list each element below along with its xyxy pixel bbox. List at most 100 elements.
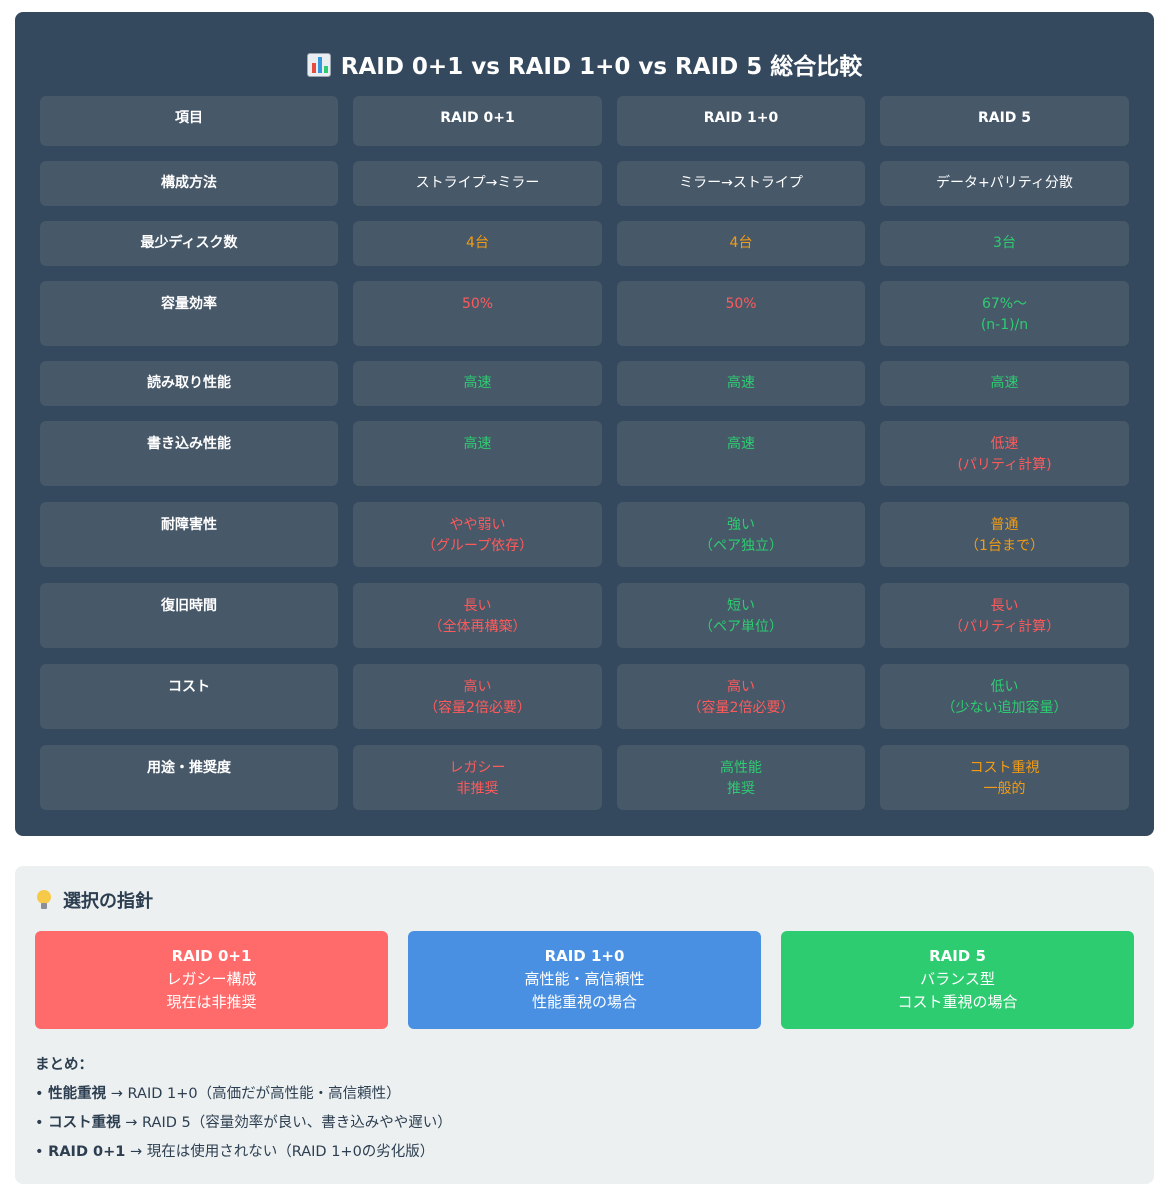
table-cell: 高い （容量2倍必要） <box>617 664 865 729</box>
table-cell: 低速 (パリティ計算) <box>880 421 1129 486</box>
cell-text: 67%～ <box>981 296 1028 312</box>
cell-text: 50% <box>725 296 757 312</box>
cell-text: 強い <box>727 517 755 533</box>
table-cell: レガシー 非推奨 <box>353 745 602 810</box>
card-title: RAID 1+0 <box>544 947 625 965</box>
summary-key: コスト重視 <box>48 1115 121 1131</box>
card-line: コスト重視の場合 <box>897 993 1018 1011</box>
table-cell: 50% <box>353 281 602 346</box>
table-cell: 50% <box>617 281 865 346</box>
table-cell: 強い （ペア独立） <box>617 502 865 567</box>
cell-text: コスト重視 <box>969 760 1040 776</box>
cell-text: 高い <box>463 679 492 695</box>
cell-text: 一般的 <box>983 781 1026 797</box>
row-label: 読み取り性能 <box>40 361 338 406</box>
row-label: 最少ディスク数 <box>40 221 338 266</box>
header-cell-raid-3: RAID 5 <box>880 96 1129 146</box>
cell-text: データ+パリティ分散 <box>936 175 1073 191</box>
row-label: 復旧時間 <box>40 583 338 648</box>
summary-heading: まとめ： <box>35 1057 93 1073</box>
table-cell: 高速 <box>617 421 865 486</box>
cell-text: 50% <box>461 296 494 312</box>
summary-arrow: → <box>110 1086 123 1102</box>
cell-text: ミラー→ストライプ <box>679 175 803 191</box>
cell-text: （グループ依存） <box>421 538 534 554</box>
row-label: 容量効率 <box>40 281 338 346</box>
cell-text: 高速 <box>727 375 755 391</box>
cell-text: 4台 <box>729 235 753 251</box>
summary-item: • 性能重視 → RAID 1+0（高価だが高性能・高信頼性） <box>35 1080 452 1109</box>
cell-text: （ペア独立） <box>699 538 783 554</box>
table-cell: データ+パリティ分散 <box>880 161 1129 206</box>
summary-bullet: • <box>35 1115 44 1131</box>
cell-text: 高速 <box>727 436 755 452</box>
table-cell: 4台 <box>617 221 865 266</box>
bar-chart-icon <box>306 53 331 77</box>
table-cell: 67%～ (n-1)/n <box>880 281 1129 346</box>
panel-title: RAID 0+1 vs RAID 1+0 vs RAID 5 総合比較 <box>15 52 1154 82</box>
cell-text: （容量2倍必要） <box>424 700 531 716</box>
light-bulb-icon <box>37 890 51 910</box>
table-cell: 3台 <box>880 221 1129 266</box>
table-cell: 高速 <box>880 361 1129 406</box>
summary-bullet: • <box>35 1086 44 1102</box>
cell-text: 長い <box>463 598 492 614</box>
table-cell: 長い （全体再構築） <box>353 583 602 648</box>
cell-text: 高性能 <box>720 760 762 776</box>
summary-arrow: → <box>125 1115 138 1131</box>
cell-text: （容量2倍必要） <box>687 700 795 716</box>
raid10-card: RAID 1+0 高性能・高信頼性 性能重視の場合 <box>408 931 761 1029</box>
summary-text: RAID 5（容量効率が良い、書き込みやや遅い） <box>142 1115 452 1131</box>
raid01-card: RAID 0+1 レガシー構成 現在は非推奨 <box>35 931 388 1029</box>
table-cell: ミラー→ストライプ <box>617 161 865 206</box>
card-line: バランス型 <box>920 970 995 988</box>
cell-text: (n-1)/n <box>980 317 1029 333</box>
cell-text: (パリティ計算) <box>957 457 1052 473</box>
table-cell: やや弱い （グループ依存） <box>353 502 602 567</box>
cell-text: 推奨 <box>727 781 755 797</box>
table-cell: 長い （パリティ計算） <box>880 583 1129 648</box>
cell-text: 非推奨 <box>456 781 499 797</box>
cell-text: ストライプ→ミラー <box>415 175 540 191</box>
selection-guide-panel: 選択の指針 RAID 0+1 レガシー構成 現在は非推奨 RAID 1+0 高性能・高信… <box>15 866 1154 1184</box>
card-line: レガシー構成 <box>166 970 257 988</box>
table-cell: 高性能 推奨 <box>617 745 865 810</box>
row-label: コスト <box>40 664 338 729</box>
table-cell: 高い （容量2倍必要） <box>353 664 602 729</box>
summary-text: RAID 1+0（高価だが高性能・高信頼性） <box>127 1086 401 1102</box>
card-line: 現在は非推奨 <box>166 993 257 1011</box>
raid5-card: RAID 5 バランス型コスト重視の場合 <box>781 931 1134 1029</box>
cell-text: （1台まで） <box>965 538 1044 554</box>
cell-text: 高い <box>727 679 755 695</box>
cell-text: 3台 <box>993 235 1016 251</box>
cell-text: 高速 <box>990 375 1019 391</box>
panel-title-text: RAID 0+1 vs RAID 1+0 vs RAID 5 総合比較 <box>340 54 863 80</box>
guide-title: 選択の指針 <box>37 889 153 915</box>
row-label: 用途・推奨度 <box>40 745 338 810</box>
summary-key: RAID 0+1 <box>48 1144 126 1160</box>
guide-title-text: 選択の指針 <box>63 891 153 912</box>
cell-text: 高速 <box>463 436 492 452</box>
card-line: 高性能・高信頼性 <box>524 970 645 988</box>
card-title: RAID 5 <box>929 947 986 965</box>
table-cell: コスト重視 一般的 <box>880 745 1129 810</box>
cell-text: （全体再構築） <box>428 619 527 635</box>
cell-text: （パリティ計算） <box>948 619 1061 635</box>
row-label: 書き込み性能 <box>40 421 338 486</box>
cell-text: （少ない追加容量） <box>941 700 1068 716</box>
summary-text: 現在は使用されない（RAID 1+0の劣化版） <box>146 1144 435 1160</box>
cell-text: （ペア単位） <box>699 619 783 635</box>
cell-text: 長い <box>990 598 1019 614</box>
summary-item: • RAID 0+1 → 現在は使用されない（RAID 1+0の劣化版） <box>35 1138 452 1167</box>
table-cell: 短い （ペア単位） <box>617 583 865 648</box>
cell-text: やや弱い <box>449 517 506 533</box>
summary-key: 性能重視 <box>48 1086 107 1102</box>
header-cell-raid-2: RAID 1+0 <box>617 96 865 146</box>
summary-item: • コスト重視 → RAID 5（容量効率が良い、書き込みやや遅い） <box>35 1109 452 1138</box>
cell-text: 4台 <box>466 235 489 251</box>
summary-bullet: • <box>35 1144 44 1160</box>
summary: まとめ： • 性能重視 → RAID 1+0（高価だが高性能・高信頼性） • コス… <box>35 1051 452 1167</box>
table-cell: 高速 <box>617 361 865 406</box>
table-cell: 4台 <box>353 221 602 266</box>
header-cell-item: 項目 <box>40 96 338 146</box>
